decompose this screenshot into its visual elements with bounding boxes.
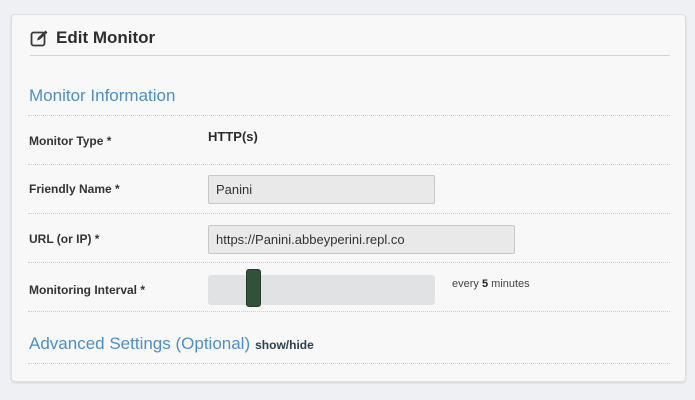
panel-title: Edit Monitor: [56, 28, 156, 47]
interval-prefix: every: [452, 278, 479, 290]
edit-monitor-panel: Edit Monitor Monitor Information Monitor…: [11, 14, 686, 382]
url-label: URL (or IP) *: [29, 232, 100, 246]
monitor-information-heading: Monitor Information: [29, 86, 176, 105]
slider-handle[interactable]: [246, 269, 261, 307]
monitoring-interval-slider[interactable]: [208, 269, 435, 307]
interval-unit: minutes: [491, 278, 530, 290]
section-divider: [28, 363, 670, 364]
header-divider: [30, 55, 670, 56]
row-divider: [28, 164, 670, 165]
advanced-settings-heading: Advanced Settings (Optional): [29, 334, 251, 353]
advanced-settings-row: Advanced Settings (Optional) show/hide: [29, 334, 314, 354]
friendly-name-label: Friendly Name *: [29, 182, 120, 196]
row-divider: [28, 213, 670, 214]
monitor-type-value: HTTP(s): [208, 129, 258, 144]
interval-readout: every 5 minutes: [452, 278, 530, 290]
panel-header: Edit Monitor: [30, 26, 155, 50]
friendly-name-input[interactable]: [208, 175, 435, 204]
section-divider: [28, 115, 670, 116]
url-input[interactable]: [208, 225, 515, 254]
monitor-type-label: Monitor Type *: [29, 134, 112, 148]
monitoring-interval-label: Monitoring Interval *: [29, 283, 146, 297]
interval-value: 5: [481, 278, 489, 290]
advanced-settings-toggle[interactable]: show/hide: [255, 338, 314, 352]
row-divider: [28, 262, 670, 263]
edit-icon: [30, 29, 49, 48]
row-divider: [28, 311, 670, 312]
